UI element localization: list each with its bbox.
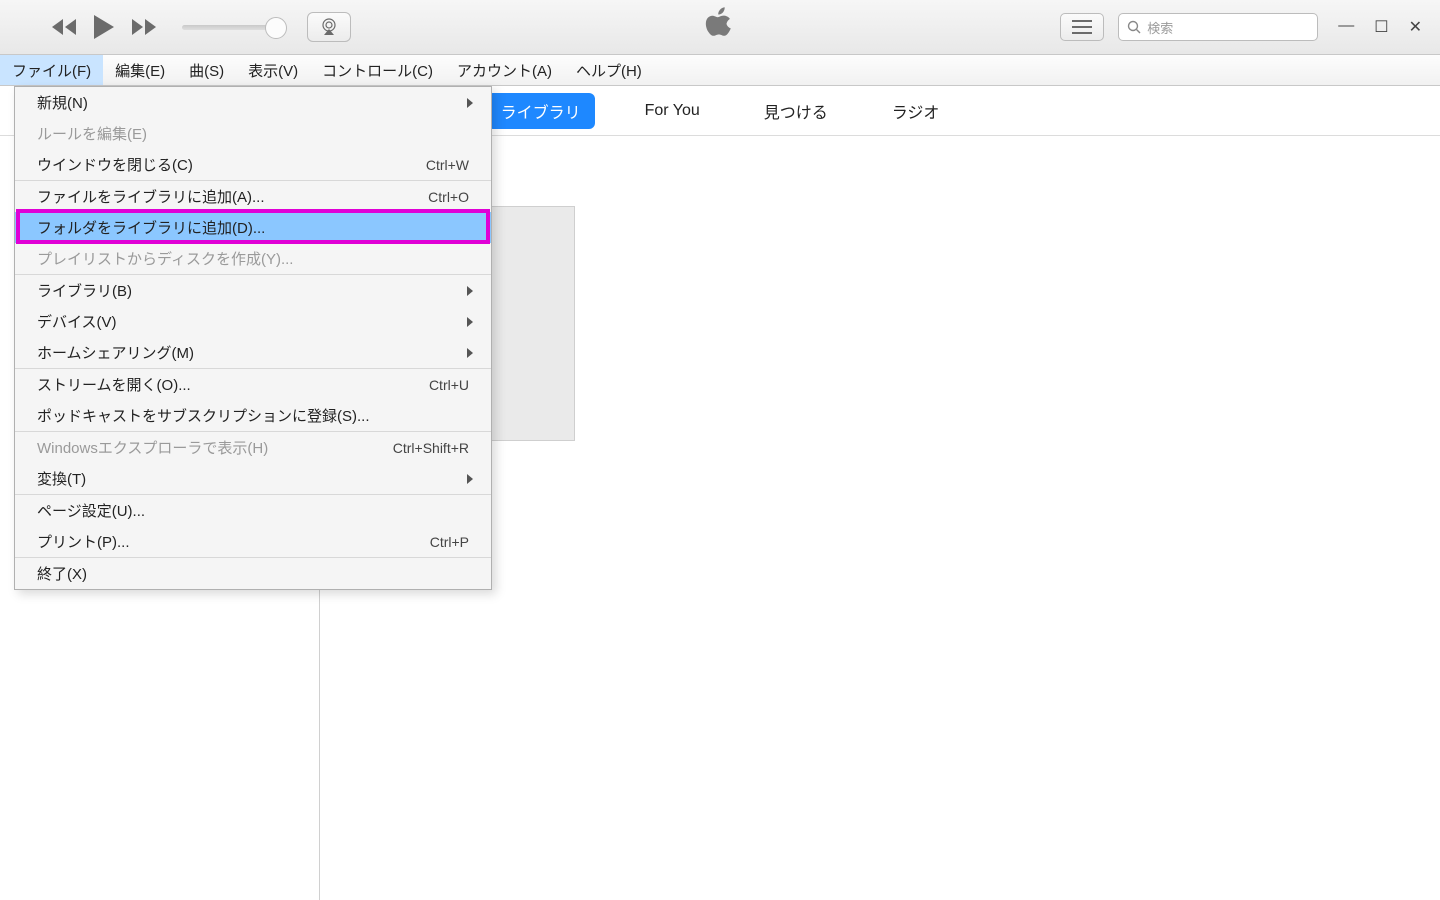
menu-0[interactable]: ファイル(F) bbox=[0, 55, 103, 85]
tab-0[interactable]: ライブラリ bbox=[487, 93, 595, 129]
file-menu-item-0-2[interactable]: ウインドウを閉じる(C) Ctrl+W bbox=[15, 149, 491, 180]
player-toolbar: 検索 — ☐ ✕ bbox=[0, 0, 1440, 55]
file-menu-item-1-0[interactable]: ファイルをライブラリに追加(A)... Ctrl+O bbox=[15, 181, 491, 212]
list-view-button[interactable] bbox=[1060, 13, 1104, 41]
menu-item-shortcut: Ctrl+P bbox=[430, 534, 469, 550]
volume-slider[interactable] bbox=[182, 25, 277, 30]
menu-5[interactable]: アカウント(A) bbox=[445, 55, 564, 85]
menu-item-label: ルールを編集(E) bbox=[37, 123, 147, 144]
file-menu-item-4-1[interactable]: 変換(T) bbox=[15, 463, 491, 494]
file-menu-dropdown: 新規(N) ルールを編集(E) ウインドウを閉じる(C) Ctrl+W ファイルをライブ… bbox=[14, 86, 492, 590]
menu-item-label: ページ設定(U)... bbox=[37, 500, 145, 521]
menu-item-label: Windowsエクスプローラで表示(H) bbox=[37, 437, 268, 458]
menu-item-label: デバイス(V) bbox=[37, 311, 117, 332]
file-menu-item-1-2: プレイリストからディスクを作成(Y)... bbox=[15, 243, 491, 274]
file-menu-item-5-0[interactable]: ページ設定(U)... bbox=[15, 495, 491, 526]
maximize-button[interactable]: ☐ bbox=[1374, 17, 1388, 37]
menu-item-label: ライブラリ(B) bbox=[37, 280, 132, 301]
tab-2[interactable]: 見つける bbox=[750, 93, 842, 129]
file-menu-item-0-0[interactable]: 新規(N) bbox=[15, 87, 491, 118]
menu-item-label: プレイリストからディスクを作成(Y)... bbox=[37, 248, 293, 269]
airplay-button[interactable] bbox=[307, 12, 351, 42]
tab-1[interactable]: For You bbox=[631, 96, 714, 126]
play-button[interactable] bbox=[92, 13, 116, 41]
menu-3[interactable]: 表示(V) bbox=[236, 55, 310, 85]
menu-item-label: プリント(P)... bbox=[37, 531, 130, 552]
file-menu-item-2-1[interactable]: デバイス(V) bbox=[15, 306, 491, 337]
file-menu-item-1-1[interactable]: フォルダをライブラリに追加(D)... bbox=[15, 212, 491, 243]
file-menu-item-3-1[interactable]: ポッドキャストをサブスクリプションに登録(S)... bbox=[15, 400, 491, 431]
file-menu-item-4-0: Windowsエクスプローラで表示(H) Ctrl+Shift+R bbox=[15, 432, 491, 463]
menu-item-shortcut: Ctrl+O bbox=[428, 189, 469, 205]
menu-1[interactable]: 編集(E) bbox=[103, 55, 177, 85]
menu-item-label: フォルダをライブラリに追加(D)... bbox=[37, 217, 265, 238]
menubar: ファイル(F)編集(E)曲(S)表示(V)コントロール(C)アカウント(A)ヘル… bbox=[0, 55, 1440, 86]
menu-item-shortcut: Ctrl+U bbox=[429, 377, 469, 393]
file-menu-item-3-0[interactable]: ストリームを開く(O)... Ctrl+U bbox=[15, 369, 491, 400]
file-menu-item-5-1[interactable]: プリント(P)... Ctrl+P bbox=[15, 526, 491, 557]
menu-item-label: 変換(T) bbox=[37, 468, 86, 489]
menu-item-shortcut: Ctrl+W bbox=[426, 157, 469, 173]
menu-item-label: ホームシェアリング(M) bbox=[37, 342, 194, 363]
window-controls: — ☐ ✕ bbox=[1338, 17, 1422, 37]
menu-item-label: 終了(X) bbox=[37, 563, 87, 584]
close-button[interactable]: ✕ bbox=[1409, 17, 1422, 37]
apple-logo-icon bbox=[703, 5, 737, 50]
menu-item-label: ストリームを開く(O)... bbox=[37, 374, 191, 395]
search-input[interactable]: 検索 bbox=[1118, 13, 1318, 41]
menu-item-shortcut: Ctrl+Shift+R bbox=[393, 440, 469, 456]
tab-3[interactable]: ラジオ bbox=[878, 93, 954, 129]
menu-item-label: ウインドウを閉じる(C) bbox=[37, 154, 193, 175]
file-menu-item-2-2[interactable]: ホームシェアリング(M) bbox=[15, 337, 491, 368]
file-menu-item-2-0[interactable]: ライブラリ(B) bbox=[15, 275, 491, 306]
search-placeholder: 検索 bbox=[1147, 18, 1173, 37]
menu-4[interactable]: コントロール(C) bbox=[310, 55, 445, 85]
next-button[interactable] bbox=[130, 17, 158, 37]
menu-item-label: ファイルをライブラリに追加(A)... bbox=[37, 186, 265, 207]
menu-2[interactable]: 曲(S) bbox=[177, 55, 236, 85]
menu-item-label: ポッドキャストをサブスクリプションに登録(S)... bbox=[37, 405, 370, 426]
minimize-button[interactable]: — bbox=[1338, 17, 1354, 37]
previous-button[interactable] bbox=[50, 17, 78, 37]
file-menu-item-6-0[interactable]: 終了(X) bbox=[15, 558, 491, 589]
search-icon bbox=[1127, 20, 1141, 34]
playback-controls bbox=[50, 12, 351, 42]
menu-6[interactable]: ヘルプ(H) bbox=[564, 55, 654, 85]
menu-item-label: 新規(N) bbox=[37, 92, 88, 113]
file-menu-item-0-1: ルールを編集(E) bbox=[15, 118, 491, 149]
